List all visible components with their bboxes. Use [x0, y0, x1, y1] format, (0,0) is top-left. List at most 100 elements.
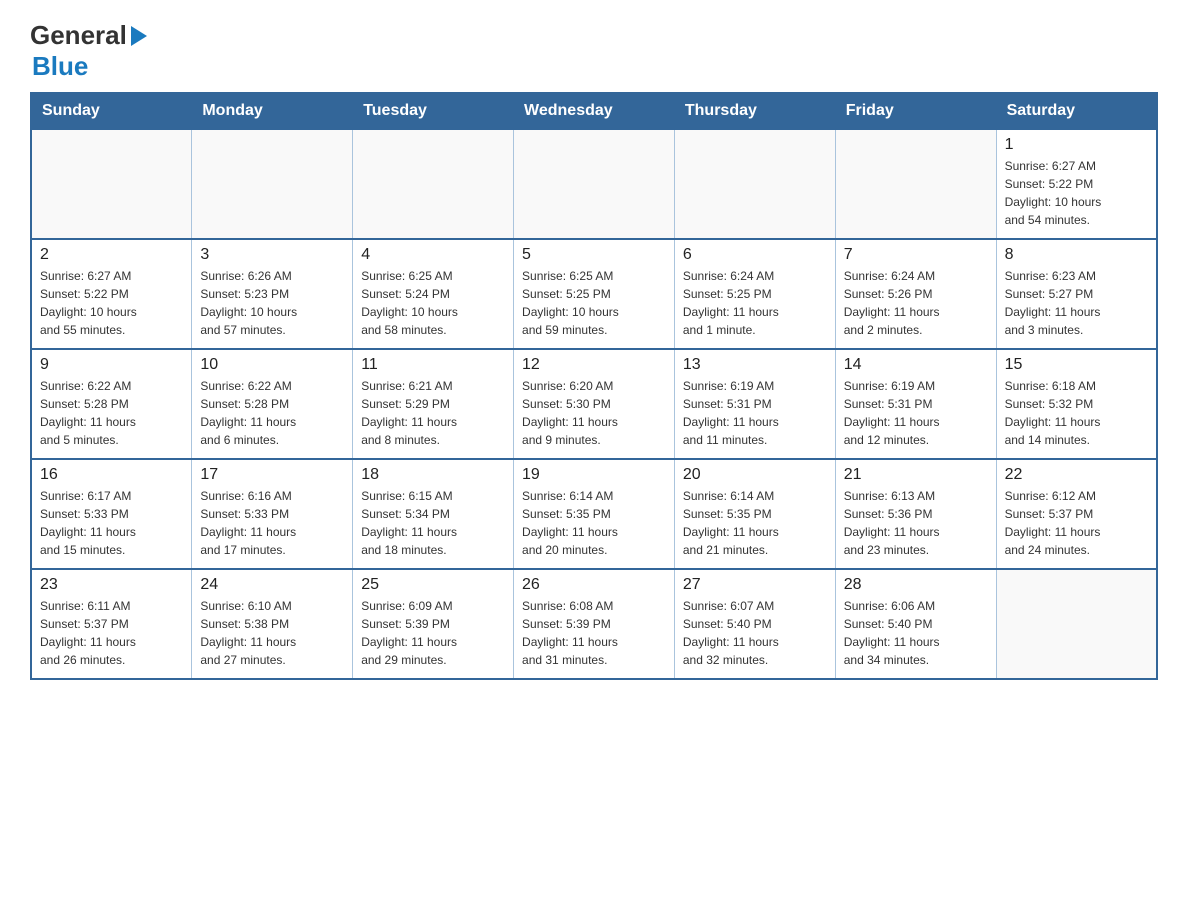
day-number: 10 — [200, 356, 344, 374]
day-number: 12 — [522, 356, 666, 374]
day-info: Sunrise: 6:17 AM Sunset: 5:33 PM Dayligh… — [40, 487, 183, 559]
day-info: Sunrise: 6:27 AM Sunset: 5:22 PM Dayligh… — [40, 267, 183, 339]
day-number: 17 — [200, 466, 344, 484]
calendar-week-row: 23 Sunrise: 6:11 AM Sunset: 5:37 PM Dayli… — [31, 569, 1157, 679]
day-info: Sunrise: 6:09 AM Sunset: 5:39 PM Dayligh… — [361, 597, 505, 669]
calendar-day-cell — [835, 129, 996, 239]
day-info: Sunrise: 6:16 AM Sunset: 5:33 PM Dayligh… — [200, 487, 344, 559]
weekday-header: Tuesday — [353, 93, 514, 129]
day-number: 21 — [844, 466, 988, 484]
day-number: 24 — [200, 576, 344, 594]
day-info: Sunrise: 6:14 AM Sunset: 5:35 PM Dayligh… — [683, 487, 827, 559]
calendar-day-cell: 18 Sunrise: 6:15 AM Sunset: 5:34 PM Dayli… — [353, 459, 514, 569]
calendar-day-cell: 16 Sunrise: 6:17 AM Sunset: 5:33 PM Dayli… — [31, 459, 192, 569]
day-number: 15 — [1005, 356, 1148, 374]
day-number: 16 — [40, 466, 183, 484]
calendar-day-cell: 20Sunrise: 6:14 AM Sunset: 5:35 PM Dayli… — [674, 459, 835, 569]
day-number: 11 — [361, 356, 505, 374]
calendar-day-cell: 1 Sunrise: 6:27 AM Sunset: 5:22 PM Daylig… — [996, 129, 1157, 239]
day-number: 23 — [40, 576, 183, 594]
calendar-week-row: 2Sunrise: 6:27 AM Sunset: 5:22 PM Daylig… — [31, 239, 1157, 349]
weekday-header: Thursday — [674, 93, 835, 129]
logo-triangle-icon — [131, 26, 147, 46]
calendar-day-cell: 11 Sunrise: 6:21 AM Sunset: 5:29 PM Dayli… — [353, 349, 514, 459]
day-info: Sunrise: 6:12 AM Sunset: 5:37 PM Dayligh… — [1005, 487, 1148, 559]
weekday-header: Wednesday — [514, 93, 675, 129]
day-info: Sunrise: 6:24 AM Sunset: 5:26 PM Dayligh… — [844, 267, 988, 339]
calendar-day-cell — [996, 569, 1157, 679]
day-info: Sunrise: 6:08 AM Sunset: 5:39 PM Dayligh… — [522, 597, 666, 669]
calendar-day-cell — [514, 129, 675, 239]
day-number: 22 — [1005, 466, 1148, 484]
day-info: Sunrise: 6:13 AM Sunset: 5:36 PM Dayligh… — [844, 487, 988, 559]
logo: General Blue — [30, 20, 147, 82]
day-info: Sunrise: 6:14 AM Sunset: 5:35 PM Dayligh… — [522, 487, 666, 559]
day-number: 9 — [40, 356, 183, 374]
calendar-day-cell: 3 Sunrise: 6:26 AM Sunset: 5:23 PM Daylig… — [192, 239, 353, 349]
calendar-day-cell: 10 Sunrise: 6:22 AM Sunset: 5:28 PM Dayli… — [192, 349, 353, 459]
day-number: 13 — [683, 356, 827, 374]
calendar-day-cell: 24Sunrise: 6:10 AM Sunset: 5:38 PM Dayli… — [192, 569, 353, 679]
day-info: Sunrise: 6:27 AM Sunset: 5:22 PM Dayligh… — [1005, 157, 1148, 229]
day-info: Sunrise: 6:07 AM Sunset: 5:40 PM Dayligh… — [683, 597, 827, 669]
calendar-day-cell: 22 Sunrise: 6:12 AM Sunset: 5:37 PM Dayli… — [996, 459, 1157, 569]
day-number: 1 — [1005, 136, 1148, 154]
day-info: Sunrise: 6:26 AM Sunset: 5:23 PM Dayligh… — [200, 267, 344, 339]
day-number: 7 — [844, 246, 988, 264]
calendar-day-cell: 6 Sunrise: 6:24 AM Sunset: 5:25 PM Daylig… — [674, 239, 835, 349]
day-number: 26 — [522, 576, 666, 594]
day-number: 8 — [1005, 246, 1148, 264]
calendar-day-cell: 5 Sunrise: 6:25 AM Sunset: 5:25 PM Daylig… — [514, 239, 675, 349]
calendar-day-cell: 7 Sunrise: 6:24 AM Sunset: 5:26 PM Daylig… — [835, 239, 996, 349]
day-info: Sunrise: 6:19 AM Sunset: 5:31 PM Dayligh… — [844, 377, 988, 449]
calendar-day-cell — [353, 129, 514, 239]
calendar-day-cell: 14 Sunrise: 6:19 AM Sunset: 5:31 PM Dayli… — [835, 349, 996, 459]
day-number: 27 — [683, 576, 827, 594]
day-number: 14 — [844, 356, 988, 374]
day-info: Sunrise: 6:15 AM Sunset: 5:34 PM Dayligh… — [361, 487, 505, 559]
day-info: Sunrise: 6:19 AM Sunset: 5:31 PM Dayligh… — [683, 377, 827, 449]
day-number: 28 — [844, 576, 988, 594]
day-number: 3 — [200, 246, 344, 264]
calendar-day-cell: 9Sunrise: 6:22 AM Sunset: 5:28 PM Daylig… — [31, 349, 192, 459]
calendar-day-cell: 26 Sunrise: 6:08 AM Sunset: 5:39 PM Dayli… — [514, 569, 675, 679]
day-number: 25 — [361, 576, 505, 594]
calendar-day-cell: 15 Sunrise: 6:18 AM Sunset: 5:32 PM Dayli… — [996, 349, 1157, 459]
calendar-day-cell — [31, 129, 192, 239]
day-info: Sunrise: 6:22 AM Sunset: 5:28 PM Dayligh… — [200, 377, 344, 449]
calendar-day-cell: 13 Sunrise: 6:19 AM Sunset: 5:31 PM Dayli… — [674, 349, 835, 459]
weekday-header: Friday — [835, 93, 996, 129]
day-info: Sunrise: 6:25 AM Sunset: 5:24 PM Dayligh… — [361, 267, 505, 339]
calendar-week-row: 9 Sunrise: 6:22 AM Sunset: 5:28 PM Daylig… — [31, 349, 1157, 459]
logo-general-text: General — [30, 20, 127, 51]
day-info: Sunrise: 6:06 AM Sunset: 5:40 PM Dayligh… — [844, 597, 988, 669]
calendar-day-cell: 28 Sunrise: 6:06 AM Sunset: 5:40 PM Dayli… — [835, 569, 996, 679]
calendar-table: SundayMondayTuesdayWednesdayThursdayFrid… — [30, 92, 1158, 680]
calendar-week-row: 1 Sunrise: 6:27 AM Sunset: 5:22 PM Daylig… — [31, 129, 1157, 239]
calendar-day-cell: 12 Sunrise: 6:20 AM Sunset: 5:30 PM Dayli… — [514, 349, 675, 459]
day-info: Sunrise: 6:11 AM Sunset: 5:37 PM Dayligh… — [40, 597, 183, 669]
weekday-header-row: SundayMondayTuesdayWednesdayThursdayFrid… — [31, 93, 1157, 129]
day-info: Sunrise: 6:24 AM Sunset: 5:25 PM Dayligh… — [683, 267, 827, 339]
calendar-week-row: 16 Sunrise: 6:17 AM Sunset: 5:33 PM Dayli… — [31, 459, 1157, 569]
day-info: Sunrise: 6:25 AM Sunset: 5:25 PM Dayligh… — [522, 267, 666, 339]
day-info: Sunrise: 6:23 AM Sunset: 5:27 PM Dayligh… — [1005, 267, 1148, 339]
day-info: Sunrise: 6:18 AM Sunset: 5:32 PM Dayligh… — [1005, 377, 1148, 449]
weekday-header: Saturday — [996, 93, 1157, 129]
day-number: 4 — [361, 246, 505, 264]
day-number: 6 — [683, 246, 827, 264]
weekday-header: Sunday — [31, 93, 192, 129]
day-info: Sunrise: 6:21 AM Sunset: 5:29 PM Dayligh… — [361, 377, 505, 449]
day-number: 18 — [361, 466, 505, 484]
day-info: Sunrise: 6:20 AM Sunset: 5:30 PM Dayligh… — [522, 377, 666, 449]
calendar-day-cell: 2Sunrise: 6:27 AM Sunset: 5:22 PM Daylig… — [31, 239, 192, 349]
calendar-day-cell: 4 Sunrise: 6:25 AM Sunset: 5:24 PM Daylig… — [353, 239, 514, 349]
calendar-day-cell: 8 Sunrise: 6:23 AM Sunset: 5:27 PM Daylig… — [996, 239, 1157, 349]
day-number: 5 — [522, 246, 666, 264]
calendar-day-cell: 25 Sunrise: 6:09 AM Sunset: 5:39 PM Dayli… — [353, 569, 514, 679]
day-number: 19 — [522, 466, 666, 484]
page-header: General Blue — [30, 20, 1158, 82]
weekday-header: Monday — [192, 93, 353, 129]
calendar-day-cell: 23 Sunrise: 6:11 AM Sunset: 5:37 PM Dayli… — [31, 569, 192, 679]
calendar-day-cell: 19 Sunrise: 6:14 AM Sunset: 5:35 PM Dayli… — [514, 459, 675, 569]
